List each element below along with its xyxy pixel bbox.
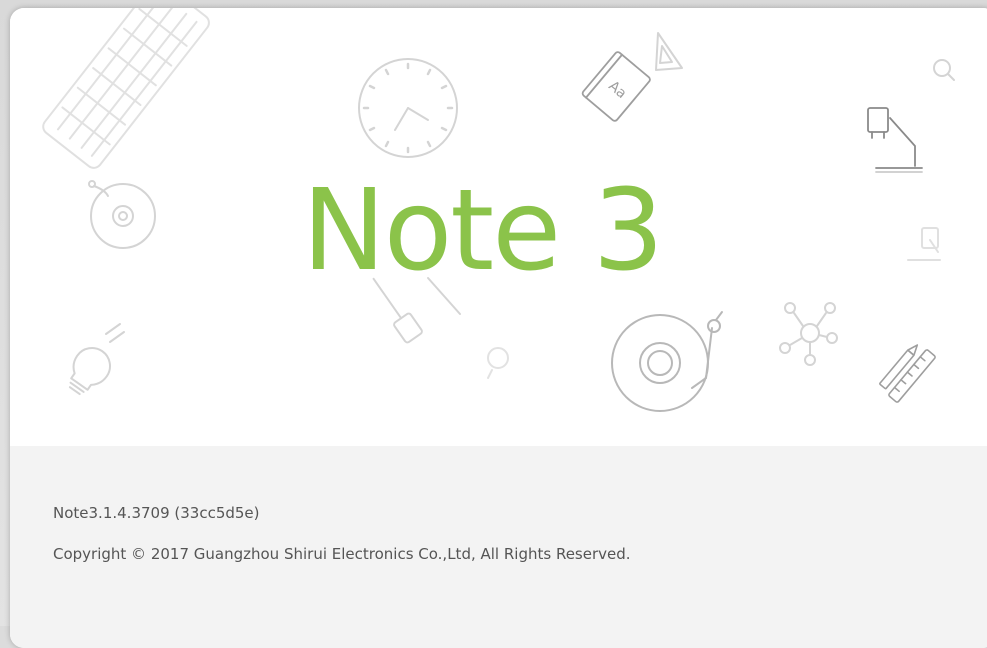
clock-icon [358,58,458,158]
pencil-ruler-icon [879,344,936,403]
disc-icon [88,180,156,249]
small-bulb-icon [487,347,509,379]
version-label: Note3.1.4.3709 (33cc5d5e) [53,504,260,522]
magnifier-icon [933,59,955,81]
molecule-icon [779,302,838,366]
triangle-ruler-icon [655,32,683,71]
turntable-icon [611,311,723,412]
splash-footer: Note3.1.4.3709 (33cc5d5e) Copyright © 20… [10,446,987,648]
app-title: Note 3 [302,166,664,296]
keyboard-icon [42,8,210,169]
desk-lamp-icon [867,107,923,173]
svg-text:Aa: Aa [605,78,629,102]
hero-area: Aa Note 3 [10,8,987,446]
lightbulb-icon [68,323,125,396]
book-icon: Aa [581,51,651,122]
splash-window: Aa Note 3 Note3.1.4.3709 (33cc5d5e) Copy… [10,8,987,648]
copyright-label: Copyright © 2017 Guangzhou Shirui Electr… [53,545,631,563]
chart-card-icon [907,227,941,261]
